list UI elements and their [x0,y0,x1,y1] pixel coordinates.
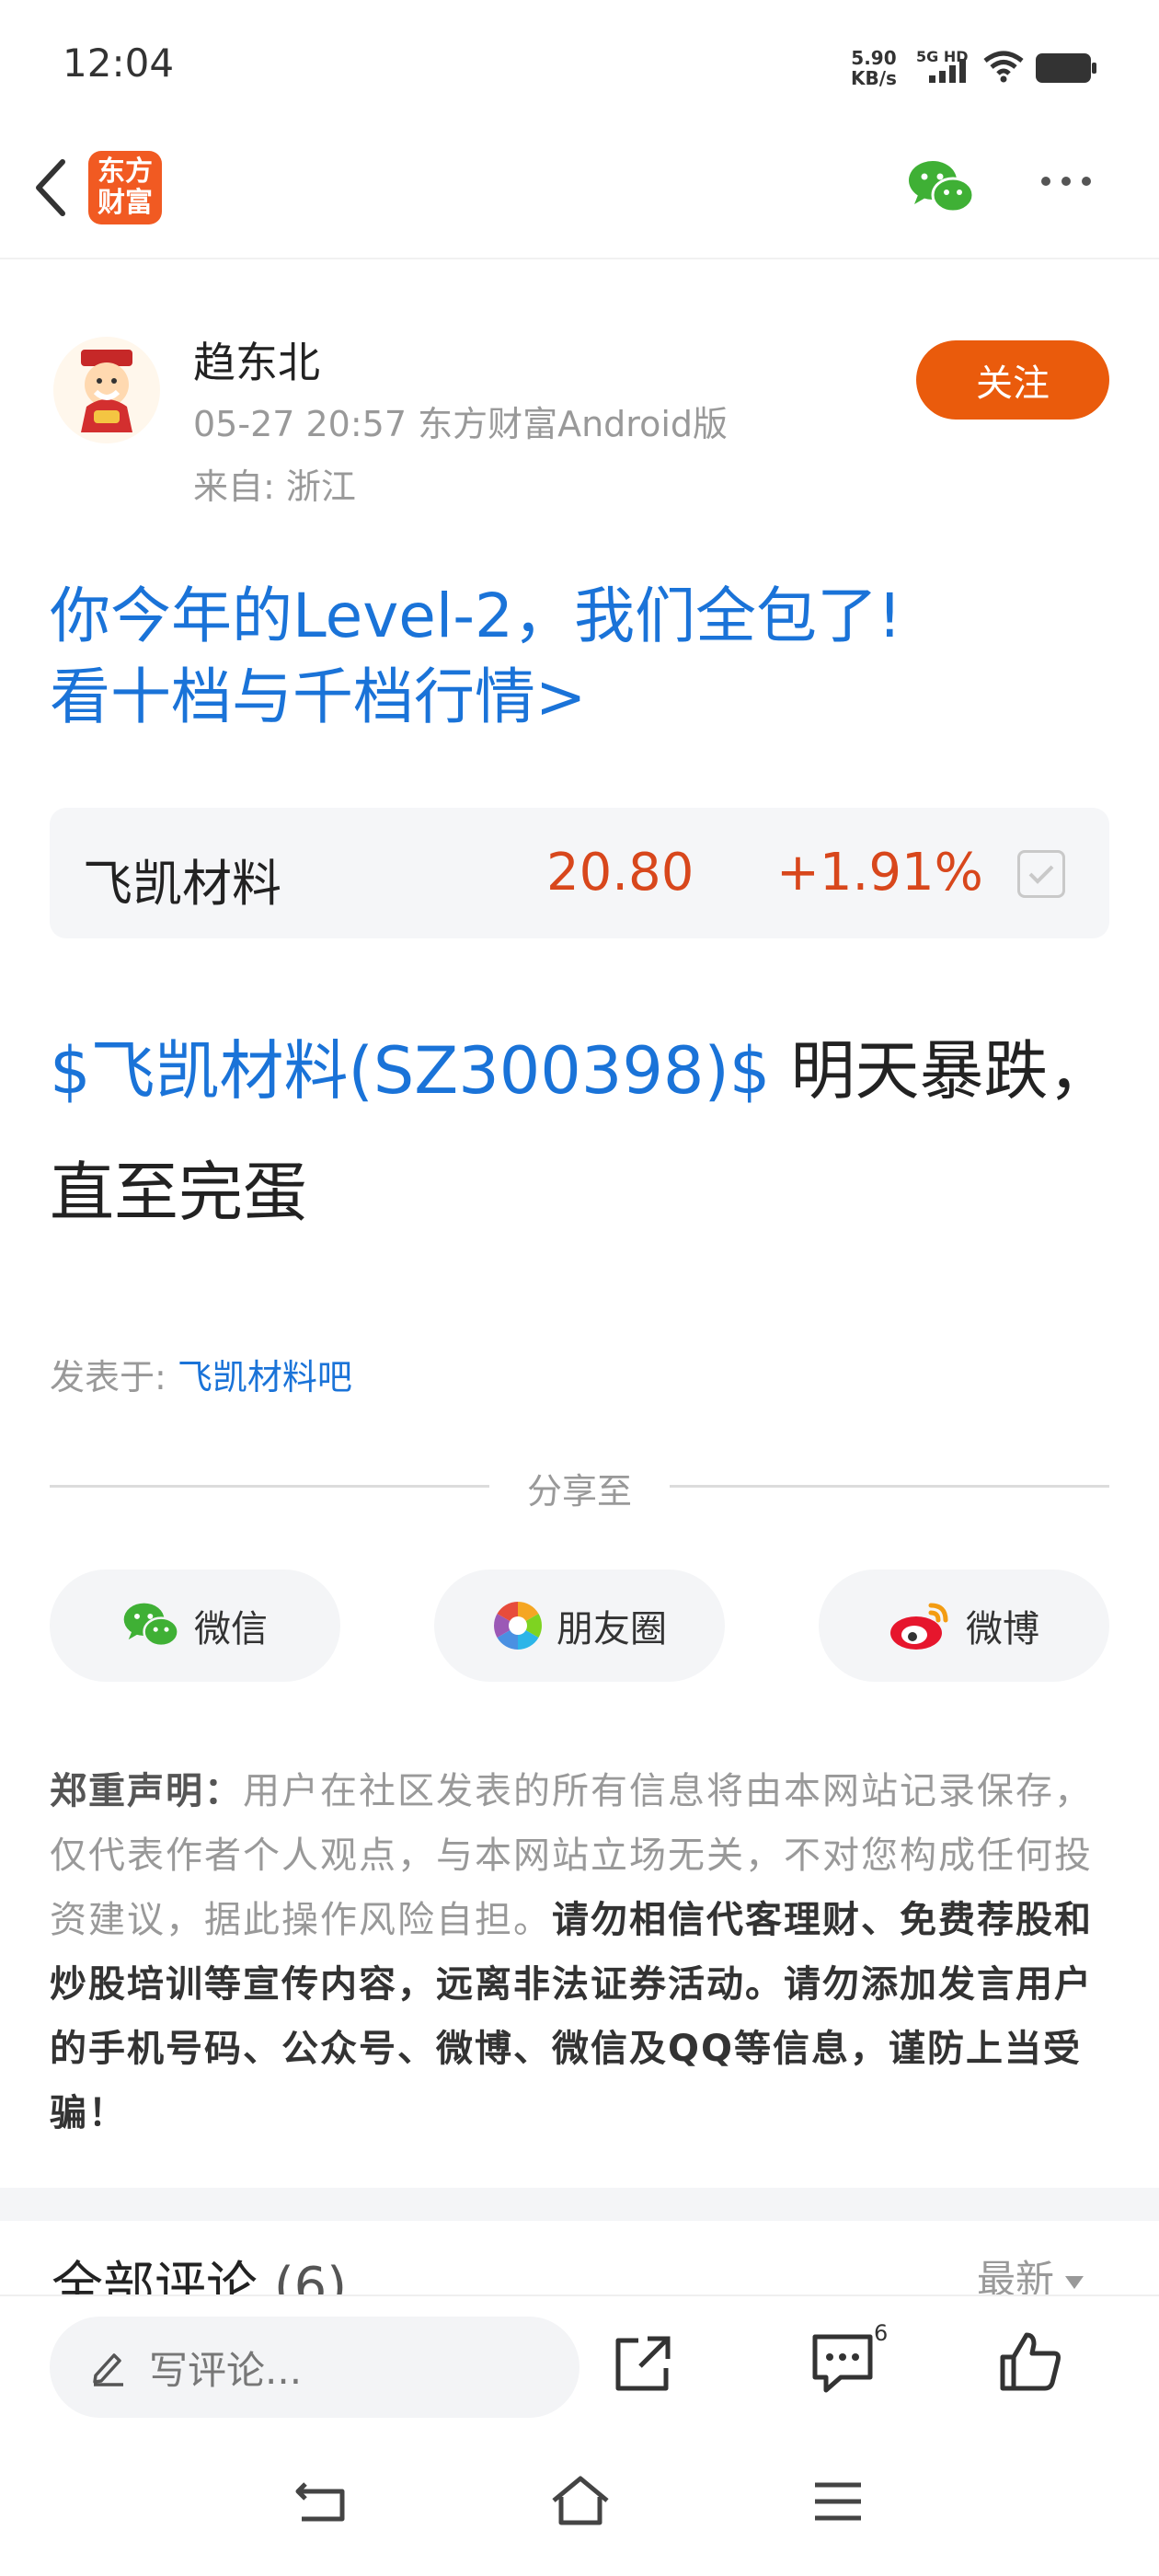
more-options-button[interactable] [1041,177,1091,186]
net-speed-unit: KB/s [851,67,897,89]
net-speed-value: 5.90 [851,47,897,69]
share-weibo-label: 微博 [966,1608,1039,1650]
stock-mention-link[interactable]: $飞凯材料(SZ300398)$ [50,1033,770,1109]
wifi-icon [983,51,1024,83]
net-speed: 5.90 KB/s [851,48,897,88]
stock-name: 飞凯材料 [83,855,281,913]
status-time: 12:04 [63,40,175,86]
post-content: $飞凯材料(SZ300398)$ 明天暴跌，直至完蛋 [50,1010,1117,1253]
system-home-icon[interactable] [548,2475,613,2526]
system-back-icon[interactable] [293,2478,351,2524]
top-nav: 东方 财富 [0,138,1159,259]
watchlist-checkbox[interactable] [1017,850,1065,898]
posted-in-label: 发表于: [50,1357,178,1397]
share-weibo-button[interactable]: 微博 [819,1570,1109,1682]
weibo-icon [890,1603,948,1650]
forum-link[interactable]: 飞凯材料吧 [178,1357,352,1397]
follow-button[interactable]: 关注 [916,340,1109,420]
share-wechat-button[interactable]: 微信 [50,1570,340,1682]
battery-icon [1036,53,1096,83]
pencil-icon [93,2353,123,2386]
dot [1082,177,1091,186]
status-bar: 12:04 5.90 KB/s 5G HD [0,0,1159,129]
promo-line-1: 你今年的Level-2，我们全包了! [50,581,902,651]
share-moments-button[interactable]: 朋友圈 [434,1570,725,1682]
back-button[interactable] [22,159,77,216]
comments-button[interactable]: 6 [809,2320,888,2399]
comment-input[interactable]: 写评论... [50,2317,580,2418]
wechat-share-icon[interactable] [907,158,977,217]
comment-placeholder: 写评论... [149,2347,303,2393]
wechat-icon [123,1603,179,1648]
share-title: 分享至 [526,1471,632,1512]
bottom-action-bar: 写评论... 6 [0,2294,1159,2423]
section-separator [0,2188,1159,2221]
author-name[interactable]: 趋东北 [193,329,320,390]
check-icon [1028,865,1054,884]
disclaimer-head: 郑重声明： [50,1770,243,1812]
triangle-down-icon [1065,2275,1084,2289]
share-icon[interactable] [611,2333,673,2396]
level2-promo-link[interactable]: 你今年的Level-2，我们全包了! 看十档与千档行情> [50,576,1117,738]
avatar[interactable] [53,337,160,443]
dot [1041,177,1050,186]
stock-change: +1.91% [776,843,983,903]
posted-in: 发表于: 飞凯材料吧 [50,1349,352,1399]
dot [1061,177,1071,186]
disclaimer: 郑重声明：用户在社区发表的所有信息将由本网站记录保存，仅代表作者个人观点，与本网… [50,1759,1109,2145]
promo-line-2: 看十档与千档行情> [50,661,587,732]
stock-price: 20.80 [546,843,694,903]
stock-quote-card[interactable]: 飞凯材料 20.80 +1.91% [50,808,1109,938]
post-meta: 05-27 20:57 东方财富Android版 [193,404,729,444]
moments-icon [494,1602,542,1650]
avatar-image [81,350,132,432]
divider-line [670,1485,1109,1488]
comment-bubble-icon [812,2334,873,2393]
app-logo[interactable]: 东方 财富 [88,151,162,224]
signal-icon [929,59,966,83]
share-divider: 分享至 [50,1463,1109,1512]
author-section: 趋东北 05-27 20:57 东方财富Android版 来自: 浙江 关注 [0,313,1159,515]
thumbs-up-icon[interactable] [997,2329,1063,2394]
app-logo-line1: 东方 [98,155,153,188]
system-nav-bar [0,2423,1159,2576]
share-moments-label: 朋友圈 [557,1608,667,1650]
app-logo-line2: 财富 [98,187,153,219]
comment-count-badge: 6 [874,2320,889,2346]
share-wechat-label: 微信 [194,1608,268,1650]
post-location: 来自: 浙江 [193,466,356,507]
chevron-left-icon [36,159,65,216]
system-menu-icon[interactable] [811,2480,865,2523]
